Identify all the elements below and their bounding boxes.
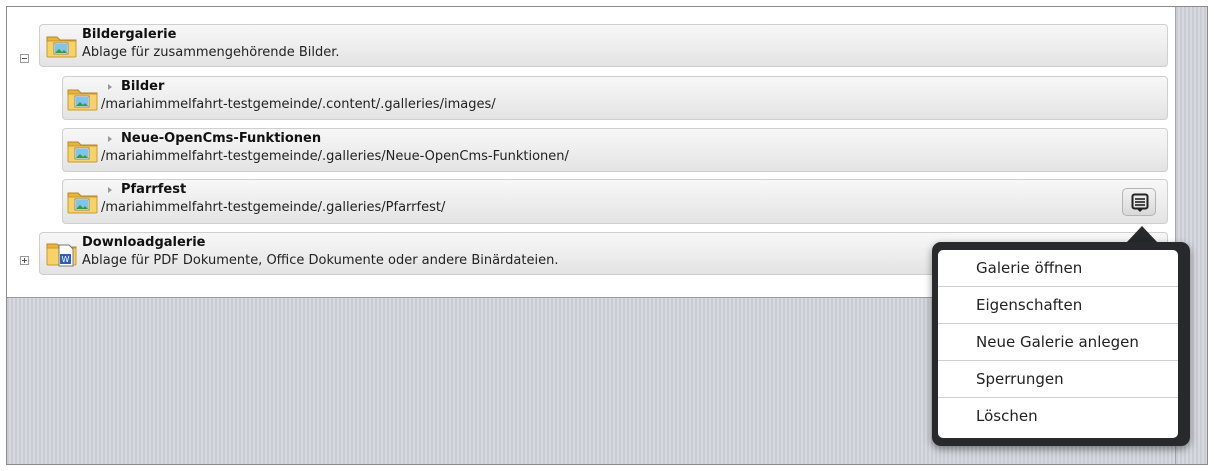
collapse-toggle-bildergalerie[interactable] [20,54,29,63]
expand-arrow-icon[interactable] [108,136,112,142]
gallery-title: Neue-OpenCms-Funktionen [121,131,322,146]
menu-item-neue-galerie-anlegen[interactable]: Neue Galerie anlegen [938,324,1178,361]
context-menu: Galerie öffnen Eigenschaften Neue Galeri… [932,242,1190,446]
context-menu-list: Galerie öffnen Eigenschaften Neue Galeri… [938,250,1178,438]
context-menu-icon [1131,193,1149,212]
menu-item-loeschen[interactable]: Löschen [938,398,1178,435]
context-menu-button[interactable] [1122,188,1156,216]
context-menu-pointer [1126,226,1158,243]
expand-arrow-icon[interactable] [108,84,112,90]
image-folder-icon [67,188,99,218]
expand-arrow-icon[interactable] [108,187,112,193]
document-folder-icon: W [46,239,78,271]
gallery-row-bilder[interactable]: Bilder /mariahimmelfahrt-testgemeinde/.c… [62,76,1168,120]
gallery-title: Pfarrfest [121,182,187,197]
expand-toggle-downloadgalerie[interactable] [20,256,29,265]
gallery-title: Bildergalerie [82,27,177,42]
gallery-description: Ablage für PDF Dokumente, Office Dokumen… [82,253,559,268]
menu-item-eigenschaften[interactable]: Eigenschaften [938,287,1178,324]
gallery-path: /mariahimmelfahrt-testgemeinde/.gallerie… [101,149,569,164]
gallery-row-neue-opencms-funktionen[interactable]: Neue-OpenCms-Funktionen /mariahimmelfahr… [62,128,1168,172]
menu-item-galerie-oeffnen[interactable]: Galerie öffnen [938,250,1178,287]
gallery-title: Downloadgalerie [82,235,206,250]
image-folder-icon [67,85,99,115]
menu-item-sperrungen[interactable]: Sperrungen [938,361,1178,398]
gallery-path: /mariahimmelfahrt-testgemeinde/.content/… [101,97,496,112]
gallery-description: Ablage für zusammengehörende Bilder. [82,45,340,60]
gallery-path: /mariahimmelfahrt-testgemeinde/.gallerie… [101,200,446,215]
gallery-title: Bilder [121,79,165,94]
svg-text:W: W [62,255,70,264]
image-folder-icon [67,137,99,167]
gallery-row-bildergalerie[interactable]: Bildergalerie Ablage für zusammengehören… [39,24,1168,67]
gallery-row-pfarrfest[interactable]: Pfarrfest /mariahimmelfahrt-testgemeinde… [62,179,1168,224]
image-folder-icon [46,32,78,62]
